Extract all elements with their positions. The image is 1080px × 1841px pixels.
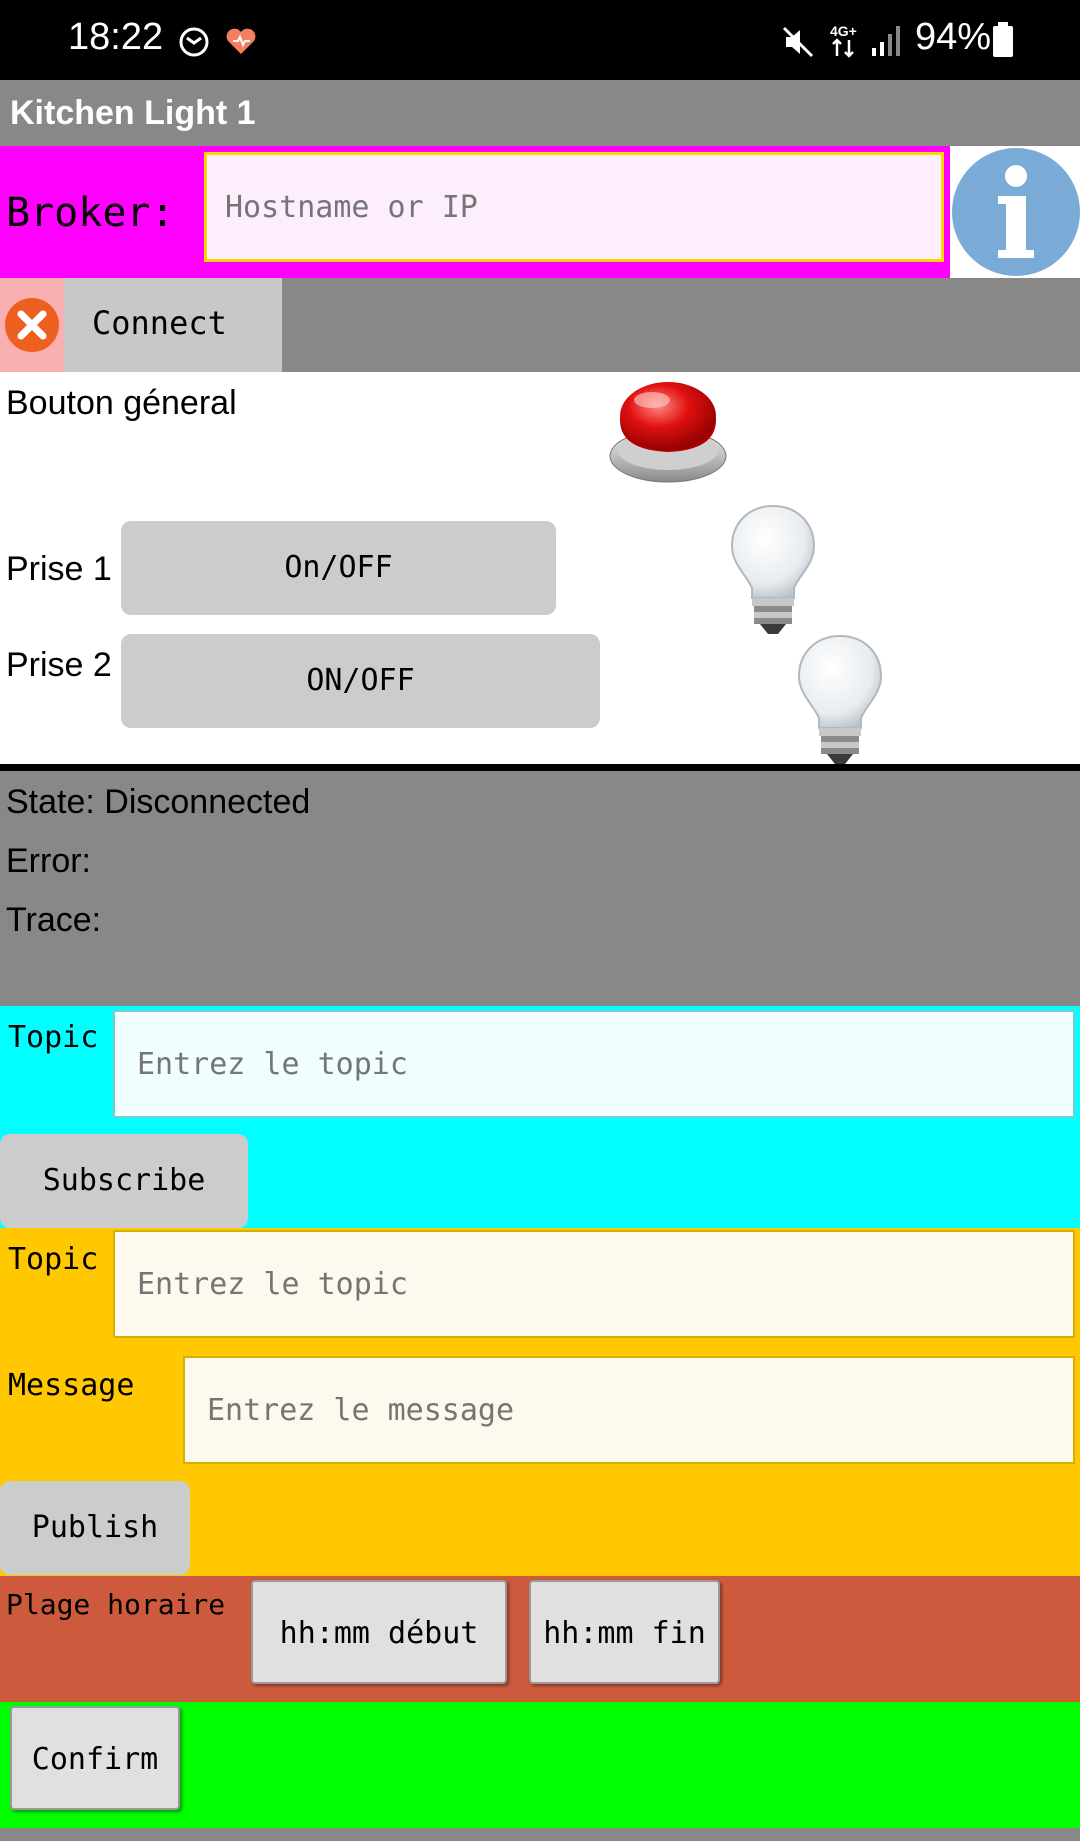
schedule-section: Plage horaire hh:mm début hh:mm fin: [0, 1576, 1080, 1702]
signal-icon: [872, 26, 900, 56]
broker-section: Broker:: [0, 146, 950, 278]
disconnected-x-icon: [5, 298, 59, 352]
info-button[interactable]: [950, 146, 1080, 278]
connection-status-icon-bg: [0, 278, 64, 372]
schedule-label: Plage horaire: [6, 1588, 226, 1621]
bottom-bar: [0, 1828, 1080, 1841]
subscribe-button[interactable]: Subscribe: [0, 1134, 248, 1228]
connect-label: Connect: [92, 304, 227, 342]
status-time: 18:22: [68, 16, 164, 58]
app-title-bar: Kitchen Light 1: [0, 80, 1080, 146]
publish-button[interactable]: Publish: [0, 1481, 190, 1575]
info-icon: [952, 148, 1080, 276]
app-title: Kitchen Light 1: [10, 94, 256, 132]
controls-section: Bouton géneral Prise 1 On/OFF Prise 2 ON…: [0, 372, 1080, 764]
mute-icon: [782, 26, 814, 58]
mail-icon: [179, 27, 209, 57]
confirm-section: Confirm: [0, 1702, 1080, 1828]
section-divider: [0, 764, 1080, 771]
prise2-toggle-button[interactable]: ON/OFF: [121, 634, 600, 728]
publish-message-label: Message: [8, 1368, 135, 1403]
publish-section: Topic Message Publish: [0, 1228, 1080, 1576]
state-panel: State: Disconnected Error: Trace:: [0, 771, 1080, 1006]
general-button-label: Bouton géneral: [6, 384, 237, 422]
svg-text:4G+: 4G+: [830, 23, 857, 39]
subscribe-topic-input[interactable]: [113, 1010, 1075, 1118]
status-bar: 18:22 4G+ 94%: [0, 0, 1080, 80]
subscribe-section: Topic Subscribe: [0, 1006, 1080, 1228]
network-4g-icon: 4G+: [830, 23, 857, 58]
publish-topic-input[interactable]: [113, 1230, 1075, 1338]
broker-host-input[interactable]: [204, 152, 944, 262]
general-red-button[interactable]: [604, 372, 728, 490]
prise1-toggle-button[interactable]: On/OFF: [121, 521, 556, 615]
trace-text: Trace:: [6, 901, 102, 939]
error-text: Error:: [6, 842, 91, 880]
battery-percent: 94%: [915, 16, 992, 58]
prise2-label: Prise 2: [6, 646, 112, 684]
state-text: State: Disconnected: [6, 783, 311, 821]
prise1-label: Prise 1: [6, 550, 112, 588]
confirm-button[interactable]: Confirm: [10, 1706, 180, 1810]
heart-icon: [226, 28, 256, 54]
schedule-end-button[interactable]: hh:mm fin: [529, 1580, 720, 1684]
subscribe-topic-label: Topic: [8, 1020, 99, 1055]
battery-icon: [993, 22, 1013, 57]
broker-label: Broker:: [6, 190, 175, 236]
publish-message-input[interactable]: [183, 1356, 1075, 1464]
prise2-bulb-icon: [797, 634, 883, 764]
publish-topic-label: Topic: [8, 1242, 99, 1277]
prise1-bulb-icon: [730, 504, 816, 634]
schedule-start-button[interactable]: hh:mm début: [251, 1580, 507, 1684]
